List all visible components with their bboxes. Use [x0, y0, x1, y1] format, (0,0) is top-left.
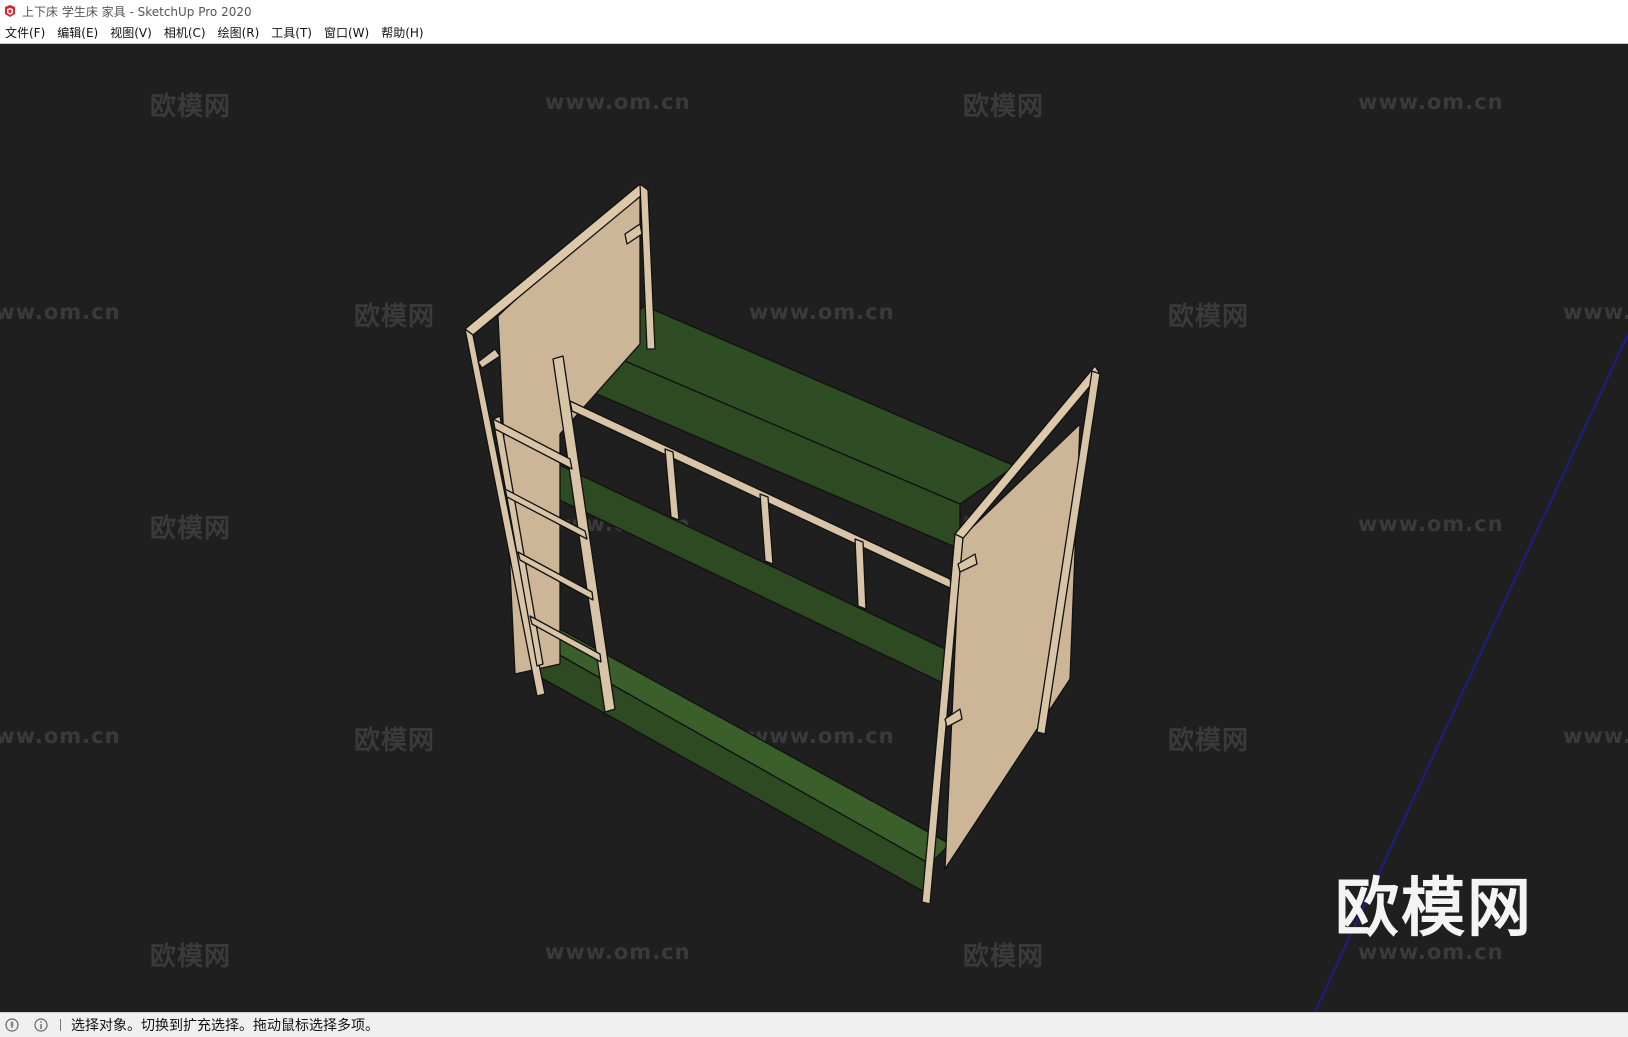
left-crossbar — [477, 348, 501, 369]
menu-draw[interactable]: 绘图(R) — [213, 24, 267, 41]
menu-view[interactable]: 视图(V) — [105, 24, 159, 41]
menu-tools[interactable]: 工具(T) — [266, 24, 319, 41]
title-bar: 上下床 学生床 家具 - SketchUp Pro 2020 — [0, 0, 1628, 22]
bottom-rail — [537, 643, 931, 895]
menu-help[interactable]: 帮助(H) — [376, 24, 430, 41]
info-icon[interactable] — [34, 1018, 48, 1032]
status-divider — [60, 1019, 61, 1031]
status-bar: 选择对象。切换到扩充选择。拖动鼠标选择多项。 — [0, 1012, 1628, 1037]
menu-bar: 文件(F) 编辑(E) 视图(V) 相机(C) 绘图(R) 工具(T) 窗口(W… — [0, 22, 1628, 44]
modeling-viewport[interactable]: 欧模网 www.om.cn 欧模网 www.om.cn www.om.cn 欧模… — [0, 44, 1628, 1012]
status-message: 选择对象。切换到扩充选择。拖动鼠标选择多项。 — [71, 1018, 379, 1034]
guard-rail-post — [854, 538, 867, 610]
window-title: 上下床 学生床 家具 - SketchUp Pro 2020 — [22, 4, 252, 19]
menu-camera[interactable]: 相机(C) — [159, 24, 213, 41]
menu-edit[interactable]: 编辑(E) — [52, 24, 105, 41]
geo-location-icon[interactable] — [5, 1018, 19, 1032]
menu-file[interactable]: 文件(F) — [0, 24, 52, 41]
watermark-logo: 欧模网 — [1335, 872, 1533, 946]
menu-window[interactable]: 窗口(W) — [319, 24, 376, 41]
sketchup-logo-icon — [5, 5, 15, 17]
